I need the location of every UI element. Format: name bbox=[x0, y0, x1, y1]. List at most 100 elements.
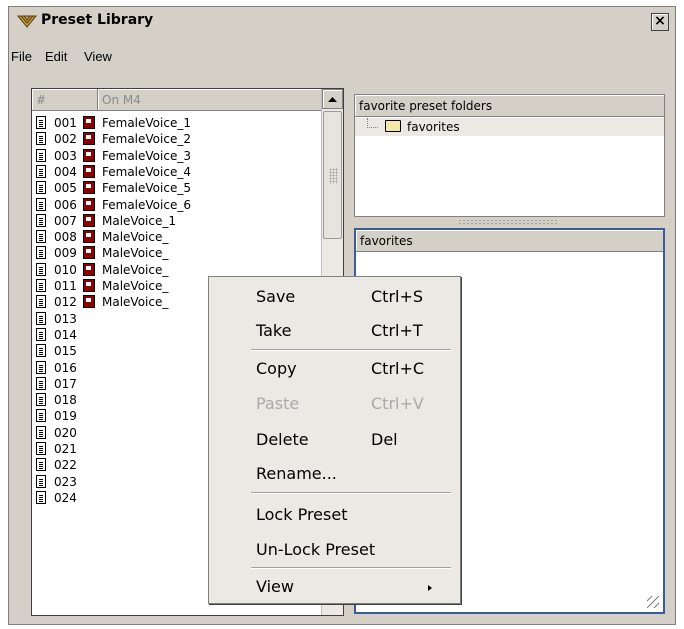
preset-name: FemaleVoice_3 bbox=[102, 148, 191, 163]
document-icon bbox=[36, 230, 46, 244]
column-header-device[interactable]: On M4 bbox=[98, 89, 323, 111]
preset-number: 011 bbox=[54, 279, 77, 293]
close-icon: × bbox=[654, 13, 666, 29]
preset-number: 013 bbox=[54, 311, 77, 326]
preset-number: 001 bbox=[54, 116, 77, 130]
locked-preset-icon bbox=[83, 246, 95, 260]
tree-item-favorites[interactable]: favorites bbox=[355, 118, 664, 136]
document-icon bbox=[36, 327, 46, 341]
menu-item-paste[interactable]: Paste Ctrl+V bbox=[209, 390, 460, 418]
preset-number: 004 bbox=[54, 164, 77, 179]
locked-preset-icon bbox=[83, 132, 95, 146]
document-icon bbox=[36, 164, 46, 178]
menu-item-label: Take bbox=[256, 321, 292, 340]
document-icon bbox=[36, 148, 46, 162]
preset-name: MaleVoice_ bbox=[102, 262, 169, 277]
preset-number: 019 bbox=[54, 409, 77, 424]
menu-item-label: Copy bbox=[256, 359, 297, 378]
menu-separator bbox=[251, 349, 451, 351]
arrow-up-icon bbox=[328, 97, 337, 102]
splitter-handle[interactable] bbox=[458, 219, 558, 224]
menu-item-label: View bbox=[256, 577, 294, 596]
locked-preset-icon bbox=[83, 279, 95, 292]
preset-name: FemaleVoice_6 bbox=[102, 197, 191, 212]
menu-item-delete[interactable]: Delete Del bbox=[209, 426, 460, 454]
preset-name: FemaleVoice_5 bbox=[102, 181, 191, 196]
preset-number: 007 bbox=[54, 213, 77, 228]
menu-item-label: Un-Lock Preset bbox=[256, 540, 376, 559]
document-icon bbox=[36, 262, 46, 276]
document-icon bbox=[36, 344, 46, 358]
document-icon bbox=[36, 132, 46, 146]
close-button[interactable]: × bbox=[651, 13, 669, 31]
document-icon bbox=[36, 311, 46, 325]
preset-number: 024 bbox=[54, 490, 77, 505]
preset-name: FemaleVoice_4 bbox=[102, 164, 191, 179]
resize-grip-icon[interactable] bbox=[647, 596, 659, 608]
preset-name: MaleVoice_ bbox=[102, 279, 169, 293]
document-icon bbox=[36, 458, 46, 472]
preset-number: 008 bbox=[54, 230, 77, 245]
menu-item-label: Lock Preset bbox=[256, 505, 348, 524]
menu-item-view[interactable]: View bbox=[209, 573, 460, 601]
locked-preset-icon bbox=[83, 262, 95, 276]
locked-preset-icon bbox=[83, 164, 95, 178]
menu-item-shortcut: Ctrl+T bbox=[371, 321, 423, 340]
preset-number: 017 bbox=[54, 376, 77, 391]
menu-view[interactable]: View bbox=[84, 49, 112, 64]
menu-item-label: Save bbox=[256, 287, 296, 306]
preset-number: 020 bbox=[54, 425, 77, 440]
scroll-up-button[interactable] bbox=[322, 89, 343, 109]
preset-name: MaleVoice_1 bbox=[102, 213, 176, 228]
document-icon bbox=[36, 279, 46, 292]
menu-item-rename[interactable]: Rename... bbox=[209, 460, 460, 488]
document-icon bbox=[36, 442, 46, 455]
favorite-folders-panel: favorite preset folders favorites bbox=[354, 94, 665, 217]
preset-number: 003 bbox=[54, 148, 77, 163]
preset-number: 005 bbox=[54, 181, 77, 196]
preset-name: MaleVoice_ bbox=[102, 295, 169, 310]
document-icon bbox=[36, 393, 46, 407]
document-icon bbox=[36, 246, 46, 260]
document-icon bbox=[36, 213, 46, 227]
document-icon bbox=[36, 295, 46, 309]
locked-preset-icon bbox=[83, 116, 95, 129]
document-icon bbox=[36, 409, 46, 423]
document-icon bbox=[36, 197, 46, 211]
window-title: Preset Library bbox=[41, 12, 154, 28]
document-icon bbox=[36, 181, 46, 195]
document-icon bbox=[36, 474, 46, 488]
app-logo-icon bbox=[17, 15, 37, 28]
preset-number: 006 bbox=[54, 197, 77, 212]
menu-item-shortcut: Ctrl+C bbox=[371, 359, 425, 378]
menu-item-take[interactable]: Take Ctrl+T bbox=[209, 317, 460, 345]
menu-item-label: Rename... bbox=[256, 464, 337, 483]
menu-item-copy[interactable]: Copy Ctrl+C bbox=[209, 355, 460, 383]
locked-preset-icon bbox=[83, 197, 95, 211]
preset-number: 009 bbox=[54, 246, 77, 261]
preset-number: 014 bbox=[54, 327, 77, 342]
scroll-thumb[interactable] bbox=[323, 111, 342, 239]
menu-file[interactable]: File bbox=[11, 49, 32, 64]
column-header-number[interactable]: # bbox=[32, 89, 98, 111]
preset-number: 012 bbox=[54, 295, 77, 310]
menu-item-unlock-preset[interactable]: Un-Lock Preset bbox=[209, 536, 460, 564]
submenu-arrow-icon bbox=[428, 585, 432, 591]
preset-number: 023 bbox=[54, 474, 77, 489]
preset-name: FemaleVoice_2 bbox=[102, 132, 191, 147]
locked-preset-icon bbox=[83, 295, 95, 309]
document-icon bbox=[36, 360, 46, 374]
preset-name: FemaleVoice_1 bbox=[102, 116, 191, 130]
menu-separator bbox=[251, 492, 451, 494]
document-icon bbox=[36, 425, 46, 439]
preset-number: 021 bbox=[54, 442, 77, 456]
menu-item-save[interactable]: Save Ctrl+S bbox=[209, 283, 460, 311]
menu-item-lock-preset[interactable]: Lock Preset bbox=[209, 501, 460, 529]
folder-open-icon bbox=[385, 120, 401, 132]
menu-item-shortcut: Ctrl+S bbox=[371, 287, 424, 306]
preset-number: 015 bbox=[54, 344, 77, 359]
title-bar[interactable]: Preset Library × bbox=[9, 7, 675, 35]
locked-preset-icon bbox=[83, 213, 95, 227]
document-icon bbox=[36, 376, 46, 390]
menu-edit[interactable]: Edit bbox=[45, 49, 67, 64]
